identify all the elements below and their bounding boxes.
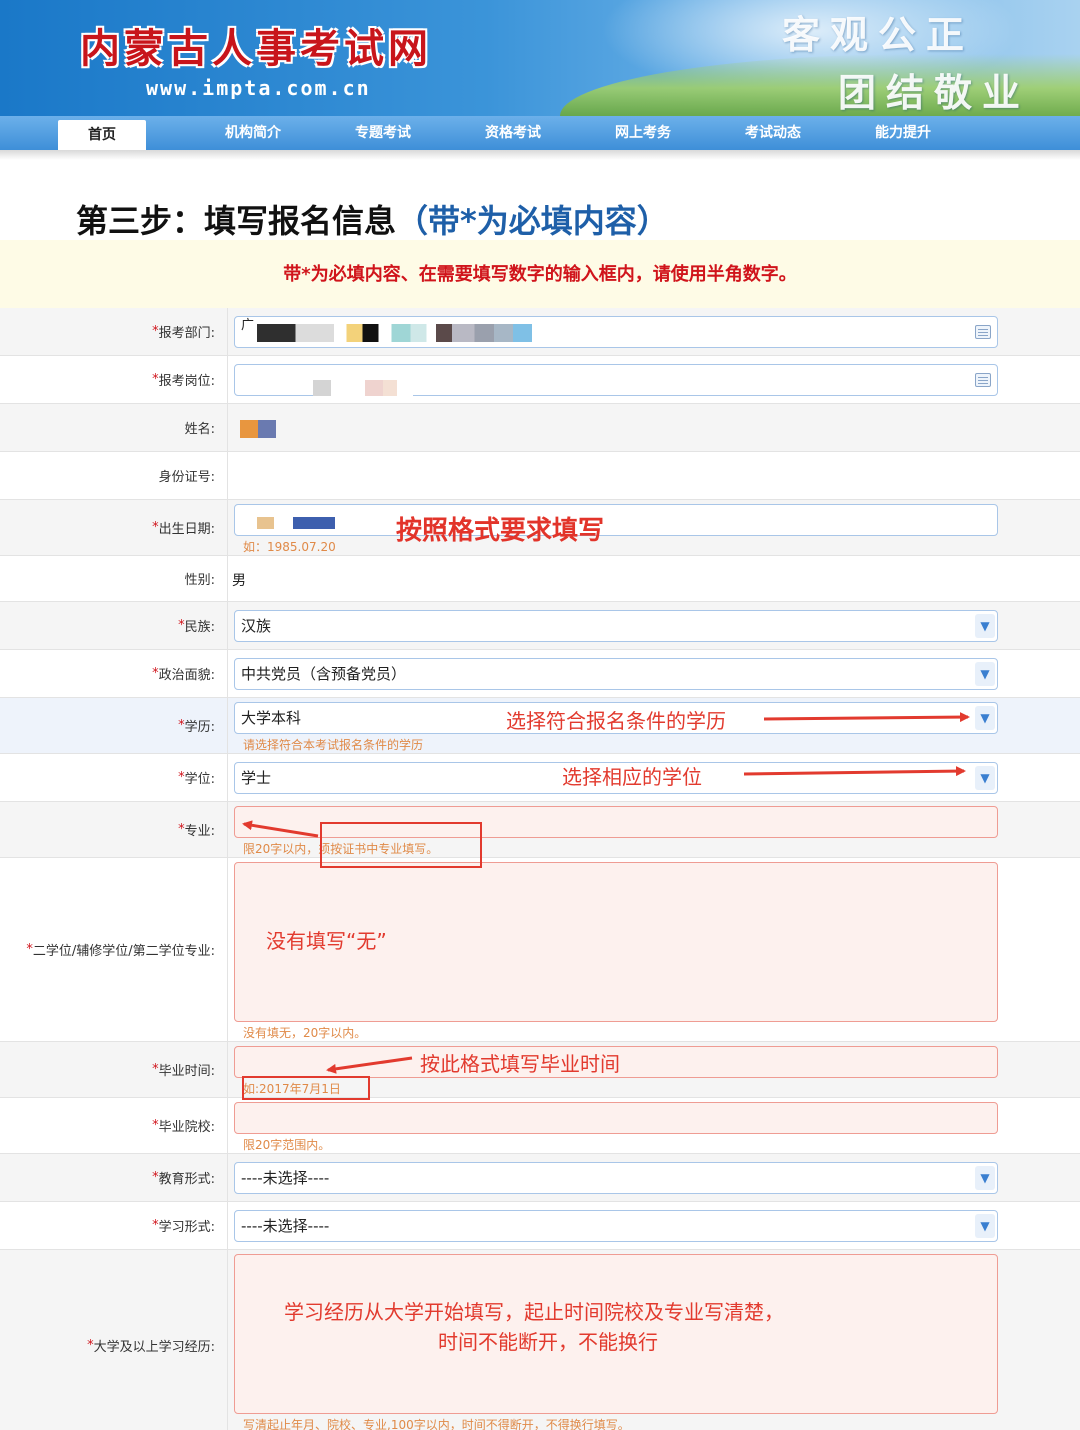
education-hint: 请选择符合本考试报名条件的学历: [243, 738, 424, 752]
redacted-name: [240, 420, 276, 438]
political-status-select[interactable]: 中共党员（含预备党员） ▼: [234, 658, 998, 690]
graduation-time-label: * 毕业时间:: [0, 1042, 228, 1097]
graduation-school-field[interactable]: [234, 1102, 998, 1134]
row-second-major: * 二学位/辅修学位/第二学位专业: 没有填无，20字以内。: [0, 858, 1080, 1042]
graduation-school-hint: 限20字范围内。: [243, 1138, 331, 1152]
study-form-label: * 学习形式:: [0, 1202, 228, 1249]
annotation-graduation-box: [242, 1076, 370, 1100]
row-degree: * 学位: 学士 ▼: [0, 754, 1080, 802]
nav-item-qualification-exams[interactable]: 资格考试: [448, 116, 578, 150]
site-logo-title[interactable]: 内蒙古人事考试网: [80, 16, 432, 74]
slogan-line-1: 客观公正: [782, 12, 975, 57]
study-history-hint: 写清起止年月、院校、专业,100字以内，时间不得断开，不得换行填写。: [243, 1418, 630, 1430]
required-notice: 带*为必填内容、在需要填写数字的输入框内，请使用半角数字。: [0, 240, 1080, 308]
id-number-label: 身份证号:: [0, 452, 228, 499]
redacted-birth-date: [257, 517, 335, 529]
step-title-text: 第三步：填写报名信息: [76, 202, 397, 240]
name-label: 姓名:: [0, 404, 228, 451]
ethnicity-label: * 民族:: [0, 602, 228, 649]
second-major-hint: 没有填无，20字以内。: [243, 1026, 367, 1040]
row-name: 姓名:: [0, 404, 1080, 452]
row-political-status: * 政治面貌: 中共党员（含预备党员） ▼: [0, 650, 1080, 698]
ethnicity-select[interactable]: 汉族 ▼: [234, 610, 998, 642]
row-ethnicity: * 民族: 汉族 ▼: [0, 602, 1080, 650]
birth-date-label: * 出生日期:: [0, 500, 228, 555]
position-label: * 报考岗位:: [0, 356, 228, 403]
main-nav: 首页 机构简介 专题考试 资格考试 网上考务 考试动态 能力提升: [0, 116, 1080, 150]
birth-date-hint: 如：1985.07.20: [243, 540, 336, 554]
education-form-label: * 教育形式:: [0, 1154, 228, 1201]
annotation-education: 选择符合报名条件的学历: [506, 709, 726, 733]
study-history-label: * 大学及以上学习经历:: [0, 1250, 228, 1430]
row-graduation-school: * 毕业院校: 限20字范围内。: [0, 1098, 1080, 1154]
chevron-down-icon[interactable]: ▼: [975, 614, 995, 638]
row-education-form: * 教育形式: ----未选择---- ▼: [0, 1154, 1080, 1202]
political-status-label: * 政治面貌:: [0, 650, 228, 697]
gender-value: 男: [232, 573, 246, 589]
redacted-department: [257, 324, 577, 342]
row-department: * 报考部门: 广: [0, 308, 1080, 356]
row-study-form: * 学习形式: ----未选择---- ▼: [0, 1202, 1080, 1250]
education-value: 大学本科: [241, 709, 302, 727]
position-field[interactable]: [234, 364, 998, 396]
nav-item-home[interactable]: 首页: [58, 120, 146, 150]
graduation-school-label: * 毕业院校:: [0, 1098, 228, 1153]
political-status-value: 中共党员（含预备党员）: [241, 665, 407, 683]
position-picker-icon[interactable]: [975, 373, 991, 387]
annotation-graduation-format: 按此格式填写毕业时间: [420, 1052, 620, 1076]
department-value-prefix: 广: [241, 318, 255, 333]
degree-value: 学士: [241, 769, 272, 787]
annotation-history-line1: 学习经历从大学开始填写，起止时间院校及专业写清楚，: [284, 1300, 784, 1324]
nav-item-special-exams[interactable]: 专题考试: [318, 116, 448, 150]
education-form-value: ----未选择----: [241, 1169, 330, 1187]
step-title-note: （带*为必填内容）: [396, 202, 669, 240]
nav-item-skill-improvement[interactable]: 能力提升: [838, 116, 968, 150]
annotation-major-box: [320, 822, 482, 868]
chevron-down-icon[interactable]: ▼: [975, 706, 995, 730]
annotation-birth-format: 按照格式要求填写: [396, 516, 605, 546]
chevron-down-icon[interactable]: ▼: [975, 662, 995, 686]
annotation-history-line2: 时间不能断开，不能换行: [438, 1330, 658, 1354]
department-label: * 报考部门:: [0, 308, 228, 355]
nav-item-exam-news[interactable]: 考试动态: [708, 116, 838, 150]
degree-label: * 学位:: [0, 754, 228, 801]
row-gender: 性别: 男: [0, 556, 1080, 602]
nav-shadow: [0, 150, 1080, 160]
row-major: * 专业: 限20字以内，须按证书中专业填写。: [0, 802, 1080, 858]
page-title: 第三步：填写报名信息（带*为必填内容）: [76, 196, 669, 242]
registration-form: * 报考部门: 广 * 报考岗位: 姓名: 身份证号: * 出生日期: 如：1985.…: [0, 308, 1080, 1430]
nav-item-about[interactable]: 机构简介: [188, 116, 318, 150]
slogan-line-2: 团结敬业: [838, 70, 1031, 115]
department-picker-icon[interactable]: [975, 325, 991, 339]
chevron-down-icon[interactable]: ▼: [975, 1214, 995, 1238]
study-form-value: ----未选择----: [241, 1217, 330, 1235]
site-url: www.impta.com.cn: [146, 76, 371, 100]
row-position: * 报考岗位:: [0, 356, 1080, 404]
chevron-down-icon[interactable]: ▼: [975, 1166, 995, 1190]
row-id-number: 身份证号:: [0, 452, 1080, 500]
chevron-down-icon[interactable]: ▼: [975, 766, 995, 790]
ethnicity-value: 汉族: [241, 617, 272, 635]
education-form-select[interactable]: ----未选择---- ▼: [234, 1162, 998, 1194]
major-label: * 专业:: [0, 802, 228, 857]
nav-item-online-services[interactable]: 网上考务: [578, 116, 708, 150]
gender-label: 性别:: [0, 556, 228, 601]
study-form-select[interactable]: ----未选择---- ▼: [234, 1210, 998, 1242]
site-banner: 内蒙古人事考试网 www.impta.com.cn 客观公正 团结敬业: [0, 0, 1080, 116]
second-major-label: * 二学位/辅修学位/第二学位专业:: [0, 858, 228, 1041]
redacted-position: [313, 380, 413, 396]
department-field[interactable]: 广: [234, 316, 998, 348]
annotation-second-major: 没有填写“无”: [266, 929, 387, 953]
birth-date-field[interactable]: [234, 504, 998, 536]
annotation-degree: 选择相应的学位: [562, 765, 702, 789]
education-label: * 学历:: [0, 698, 228, 753]
